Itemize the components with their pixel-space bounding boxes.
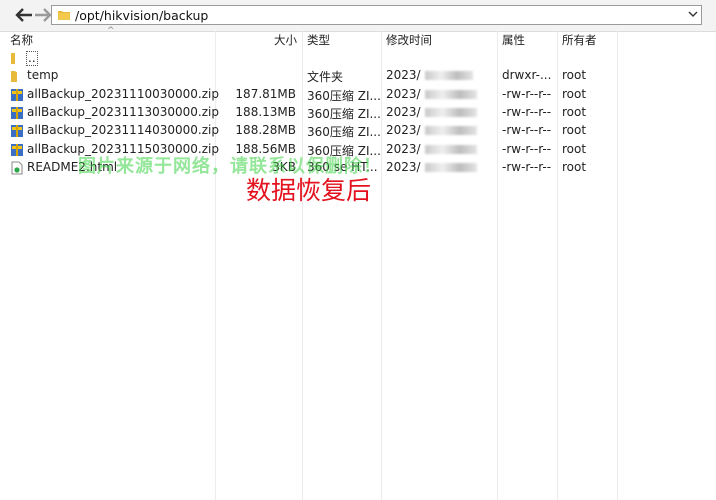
file-owner: root: [562, 105, 587, 119]
list-item[interactable]: ..: [0, 49, 716, 67]
file-attributes: -rw-r--r--: [502, 105, 552, 119]
address-path: /opt/hikvision/backup: [75, 8, 209, 23]
sort-ascending-icon: ^: [107, 26, 115, 36]
file-modified: 2023/: [386, 142, 477, 156]
html-file-icon: [11, 161, 23, 175]
column-header-owner[interactable]: 所有者: [562, 32, 597, 48]
file-name: temp: [27, 68, 59, 82]
file-name: allBackup_20231114030000.zip: [27, 123, 219, 137]
address-field[interactable]: /opt/hikvision/backup: [51, 5, 702, 25]
file-modified: 2023/: [386, 87, 477, 101]
file-size: 188.13MB: [235, 105, 296, 119]
arrow-right-icon: [35, 8, 52, 22]
column-header-name[interactable]: 名称: [10, 32, 33, 48]
column-header-row: 名称 ^ 大小 类型 修改时间 属性 所有者: [0, 26, 716, 48]
file-attributes: -rw-r--r--: [502, 87, 552, 101]
file-name: allBackup_20231110030000.zip: [27, 87, 219, 101]
file-modified: 2023/: [386, 160, 477, 174]
zip-archive-icon: [11, 144, 23, 156]
column-header-attributes[interactable]: 属性: [502, 32, 525, 48]
parent-folder-icon: [11, 53, 15, 64]
annotation-caption: 数据恢复后: [246, 176, 372, 205]
file-type: 360压缩 ZI...: [307, 107, 381, 121]
column-header-size[interactable]: 大小: [274, 32, 297, 48]
file-type: 360压缩 ZI...: [307, 89, 381, 103]
file-name: allBackup_20231113030000.zip: [27, 105, 219, 119]
file-attributes: drwxr-...: [502, 68, 552, 82]
list-item[interactable]: allBackup_20231114030000.zip 188.28MB 36…: [0, 122, 716, 140]
list-item[interactable]: allBackup_20231113030000.zip 188.13MB 36…: [0, 104, 716, 122]
arrow-left-icon: [15, 8, 32, 22]
file-owner: root: [562, 87, 587, 101]
file-modified: 2023/: [386, 105, 477, 119]
file-owner: root: [562, 142, 587, 156]
file-attributes: -rw-r--r--: [502, 123, 552, 137]
file-listing[interactable]: 名称 ^ 大小 类型 修改时间 属性 所有者 .. temp 文件夹 2023/…: [0, 26, 716, 500]
folder-icon: [11, 71, 17, 82]
file-name: ..: [26, 51, 38, 66]
file-type: 360压缩 ZI...: [307, 125, 381, 139]
zip-archive-icon: [11, 89, 23, 101]
file-size: 188.28MB: [235, 123, 296, 137]
folder-icon: [58, 11, 70, 20]
back-button[interactable]: [15, 6, 33, 24]
file-attributes: -rw-r--r--: [502, 160, 552, 174]
file-size: 187.81MB: [235, 87, 296, 101]
column-header-modified[interactable]: 修改时间: [386, 32, 432, 48]
forward-button[interactable]: [34, 6, 52, 24]
zip-archive-icon: [11, 125, 23, 137]
list-item[interactable]: allBackup_20231110030000.zip 187.81MB 36…: [0, 86, 716, 104]
file-modified: 2023/: [386, 123, 477, 137]
file-owner: root: [562, 123, 587, 137]
list-item[interactable]: temp 文件夹 2023/ drwxr-... root: [0, 67, 716, 85]
file-type: 文件夹: [307, 70, 344, 84]
file-owner: root: [562, 160, 587, 174]
chevron-down-icon[interactable]: [688, 10, 698, 18]
file-modified: 2023/: [386, 68, 473, 82]
zip-archive-icon: [11, 107, 23, 119]
column-header-type[interactable]: 类型: [307, 32, 330, 48]
file-attributes: -rw-r--r--: [502, 142, 552, 156]
file-owner: root: [562, 68, 587, 82]
